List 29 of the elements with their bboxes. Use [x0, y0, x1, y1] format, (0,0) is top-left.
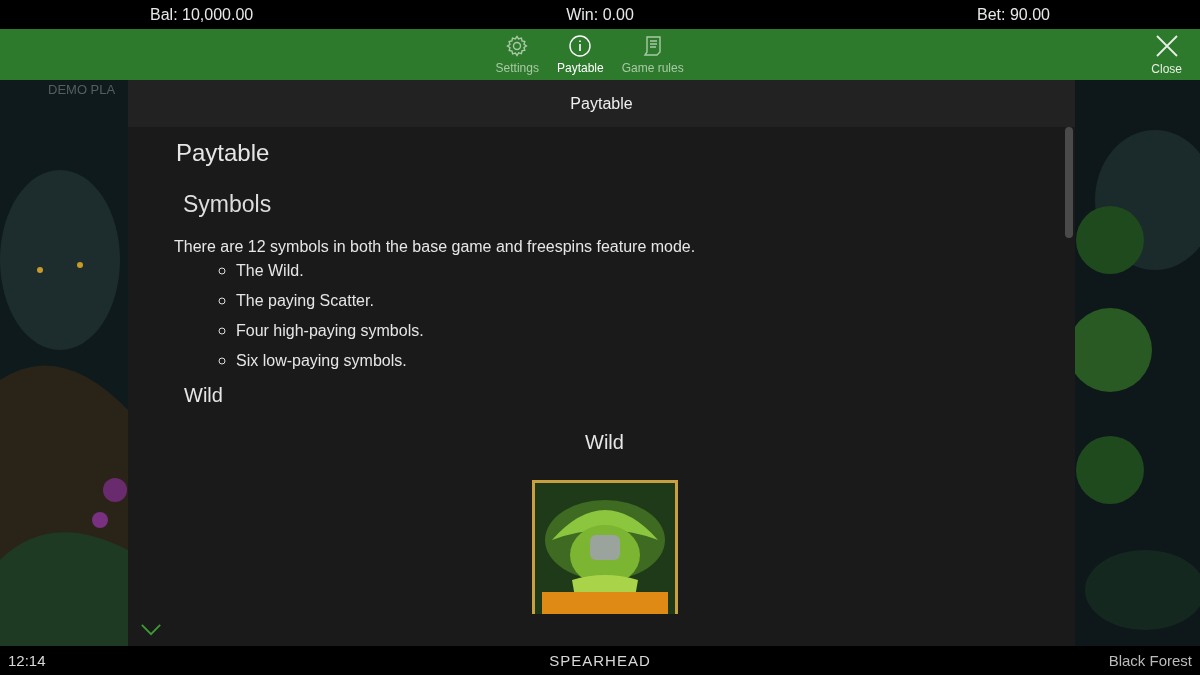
bullet-icon: [218, 297, 226, 305]
clock-text: 12:14: [7, 652, 47, 669]
menu-tab[interactable]: Settings: [491, 32, 543, 77]
bullet-icon: [218, 267, 226, 275]
bullet-icon: [218, 327, 226, 335]
close-button[interactable]: Close: [1149, 31, 1184, 78]
chevron-down-icon[interactable]: [140, 623, 162, 636]
menu-tab[interactable]: Paytable: [552, 32, 608, 77]
menu-tab[interactable]: Game rules: [617, 32, 688, 77]
heading: Paytable: [176, 139, 271, 167]
demo-label: DEMO PLA: [48, 82, 116, 97]
list-item: The Wild.: [236, 262, 304, 280]
symbol-caption: Wild: [584, 431, 625, 454]
brand-logo-text: SPEARHEAD: [548, 652, 652, 669]
bullet-icon: [218, 357, 226, 365]
list-item: The paying Scatter.: [236, 292, 374, 310]
bet-text: Bet: 90.00: [976, 5, 1051, 24]
close-icon: [1154, 33, 1179, 58]
info-icon: [568, 34, 593, 58]
balance-text: Bal: 10,000.00: [149, 5, 255, 24]
win-text: Win: 0.00: [565, 5, 635, 24]
panel-title: Paytable: [570, 94, 633, 113]
subsection-heading: Wild: [184, 384, 224, 407]
settings-icon: [505, 34, 530, 58]
section-heading: Symbols: [183, 191, 273, 218]
list-item: Four high-paying symbols.: [236, 322, 424, 340]
list-item: Six low-paying symbols.: [236, 352, 407, 370]
paragraph: There are 12 symbols in both the base game and freespins feature mode.: [174, 238, 697, 256]
game-title: Black Forest: [1107, 652, 1193, 669]
